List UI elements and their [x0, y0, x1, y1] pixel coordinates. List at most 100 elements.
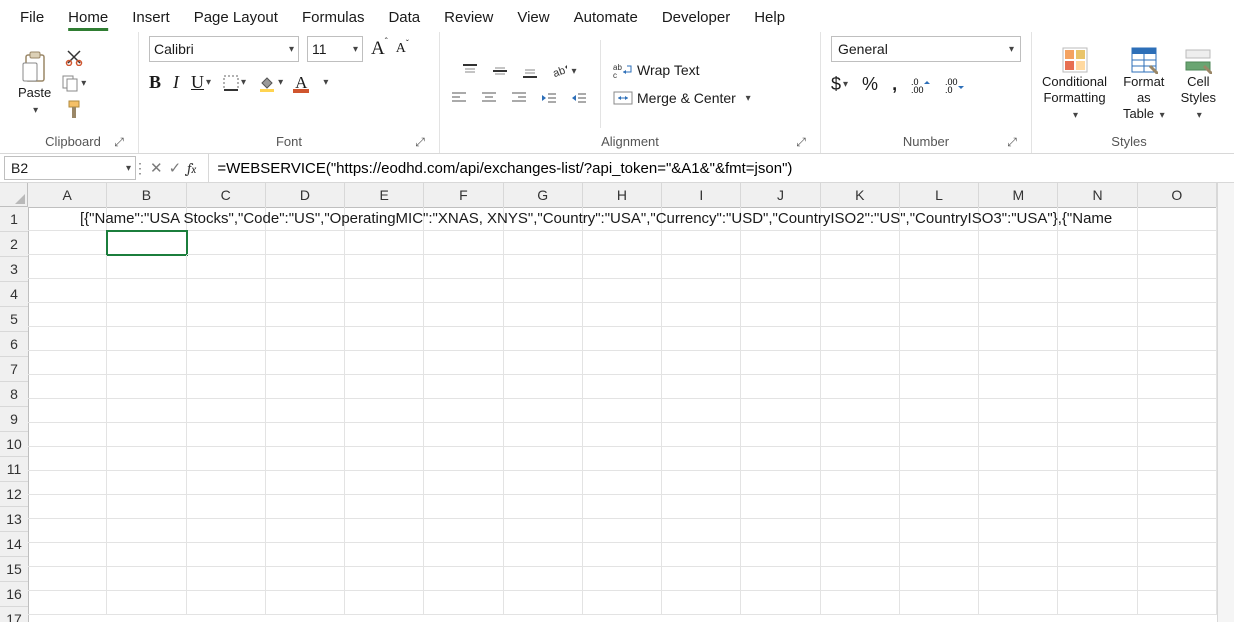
column-header-J[interactable]: J: [741, 183, 820, 207]
cell-K5[interactable]: [821, 303, 900, 327]
cell-K16[interactable]: [821, 567, 900, 591]
cell-D15[interactable]: [266, 543, 345, 567]
cell-A11[interactable]: [28, 447, 107, 471]
cell-L17[interactable]: [900, 591, 979, 615]
cell-E10[interactable]: [345, 423, 424, 447]
column-header-H[interactable]: H: [583, 183, 662, 207]
cell-G6[interactable]: [504, 327, 583, 351]
cell-O12[interactable]: [1138, 471, 1217, 495]
cell-I8[interactable]: [662, 375, 741, 399]
cell-H9[interactable]: [583, 399, 662, 423]
cell-E12[interactable]: [345, 471, 424, 495]
cell-C14[interactable]: [187, 519, 266, 543]
cell-E8[interactable]: [345, 375, 424, 399]
cell-L15[interactable]: [900, 543, 979, 567]
menu-review[interactable]: Review: [432, 5, 505, 28]
menu-developer[interactable]: Developer: [650, 5, 742, 28]
cell-G4[interactable]: [504, 279, 583, 303]
cell-H14[interactable]: [583, 519, 662, 543]
row-header-15[interactable]: 15: [0, 557, 28, 582]
column-header-D[interactable]: D: [266, 183, 345, 207]
alignment-launcher[interactable]: ⤢: [794, 135, 808, 149]
cell-I4[interactable]: [662, 279, 741, 303]
menu-home[interactable]: Home: [56, 5, 120, 28]
cell-J8[interactable]: [741, 375, 820, 399]
font-name-select[interactable]: Calibri▾: [149, 36, 299, 62]
cell-I14[interactable]: [662, 519, 741, 543]
cell-N14[interactable]: [1058, 519, 1137, 543]
cell-C16[interactable]: [187, 567, 266, 591]
cell-G2[interactable]: [504, 231, 583, 255]
select-all-corner[interactable]: [0, 183, 28, 207]
cell-C4[interactable]: [187, 279, 266, 303]
cell-E14[interactable]: [345, 519, 424, 543]
cell-E9[interactable]: [345, 399, 424, 423]
cell-A12[interactable]: [28, 471, 107, 495]
cell-F16[interactable]: [424, 567, 503, 591]
cell-K13[interactable]: [821, 495, 900, 519]
cell-A15[interactable]: [28, 543, 107, 567]
cell-D11[interactable]: [266, 447, 345, 471]
cell-G15[interactable]: [504, 543, 583, 567]
cell-O9[interactable]: [1138, 399, 1217, 423]
cell-L16[interactable]: [900, 567, 979, 591]
row-header-1[interactable]: 1: [0, 207, 28, 232]
cell-E2[interactable]: [345, 231, 424, 255]
cell-K17[interactable]: [821, 591, 900, 615]
cell-styles-button[interactable]: Cell Styles ▾: [1181, 46, 1216, 121]
accounting-format-button[interactable]: $▾: [831, 74, 848, 95]
comma-format-button[interactable]: ,: [892, 74, 897, 95]
cell-L11[interactable]: [900, 447, 979, 471]
cell-M1[interactable]: [979, 207, 1058, 231]
cell-F8[interactable]: [424, 375, 503, 399]
cell-J16[interactable]: [741, 567, 820, 591]
cell-O2[interactable]: [1138, 231, 1217, 255]
cell-D10[interactable]: [266, 423, 345, 447]
bold-button[interactable]: B: [149, 72, 161, 93]
orientation-button[interactable]: ab▾: [551, 63, 576, 79]
align-bottom-button[interactable]: [521, 63, 539, 79]
column-header-B[interactable]: B: [107, 183, 186, 207]
cell-M17[interactable]: [979, 591, 1058, 615]
cell-D7[interactable]: [266, 351, 345, 375]
cell-I1[interactable]: [662, 207, 741, 231]
cell-H17[interactable]: [583, 591, 662, 615]
menu-automate[interactable]: Automate: [562, 5, 650, 28]
cell-A10[interactable]: [28, 423, 107, 447]
cell-E11[interactable]: [345, 447, 424, 471]
formula-input[interactable]: [208, 154, 1234, 182]
column-header-M[interactable]: M: [979, 183, 1058, 207]
decrease-decimal-button[interactable]: .00.0: [945, 77, 965, 93]
cells-area[interactable]: [28, 207, 1217, 622]
cell-O15[interactable]: [1138, 543, 1217, 567]
cell-H5[interactable]: [583, 303, 662, 327]
cell-N13[interactable]: [1058, 495, 1137, 519]
cell-F5[interactable]: [424, 303, 503, 327]
cell-H10[interactable]: [583, 423, 662, 447]
cell-O7[interactable]: [1138, 351, 1217, 375]
cell-G11[interactable]: [504, 447, 583, 471]
cell-K15[interactable]: [821, 543, 900, 567]
align-right-button[interactable]: [510, 91, 528, 105]
align-middle-button[interactable]: [491, 63, 509, 79]
row-header-12[interactable]: 12: [0, 482, 28, 507]
cell-C10[interactable]: [187, 423, 266, 447]
cell-H7[interactable]: [583, 351, 662, 375]
cell-M3[interactable]: [979, 255, 1058, 279]
increase-font-button[interactable]: Aˆ: [371, 38, 388, 60]
row-header-3[interactable]: 3: [0, 257, 28, 282]
cell-B9[interactable]: [107, 399, 186, 423]
cell-H2[interactable]: [583, 231, 662, 255]
cell-K11[interactable]: [821, 447, 900, 471]
cell-C5[interactable]: [187, 303, 266, 327]
cell-E6[interactable]: [345, 327, 424, 351]
format-as-table-button[interactable]: Format as Table ▾: [1121, 46, 1167, 121]
cell-E5[interactable]: [345, 303, 424, 327]
align-left-button[interactable]: [450, 91, 468, 105]
cell-N12[interactable]: [1058, 471, 1137, 495]
cell-J4[interactable]: [741, 279, 820, 303]
cell-J2[interactable]: [741, 231, 820, 255]
cell-K8[interactable]: [821, 375, 900, 399]
fill-color-button[interactable]: ▾: [258, 74, 283, 92]
cell-A14[interactable]: [28, 519, 107, 543]
